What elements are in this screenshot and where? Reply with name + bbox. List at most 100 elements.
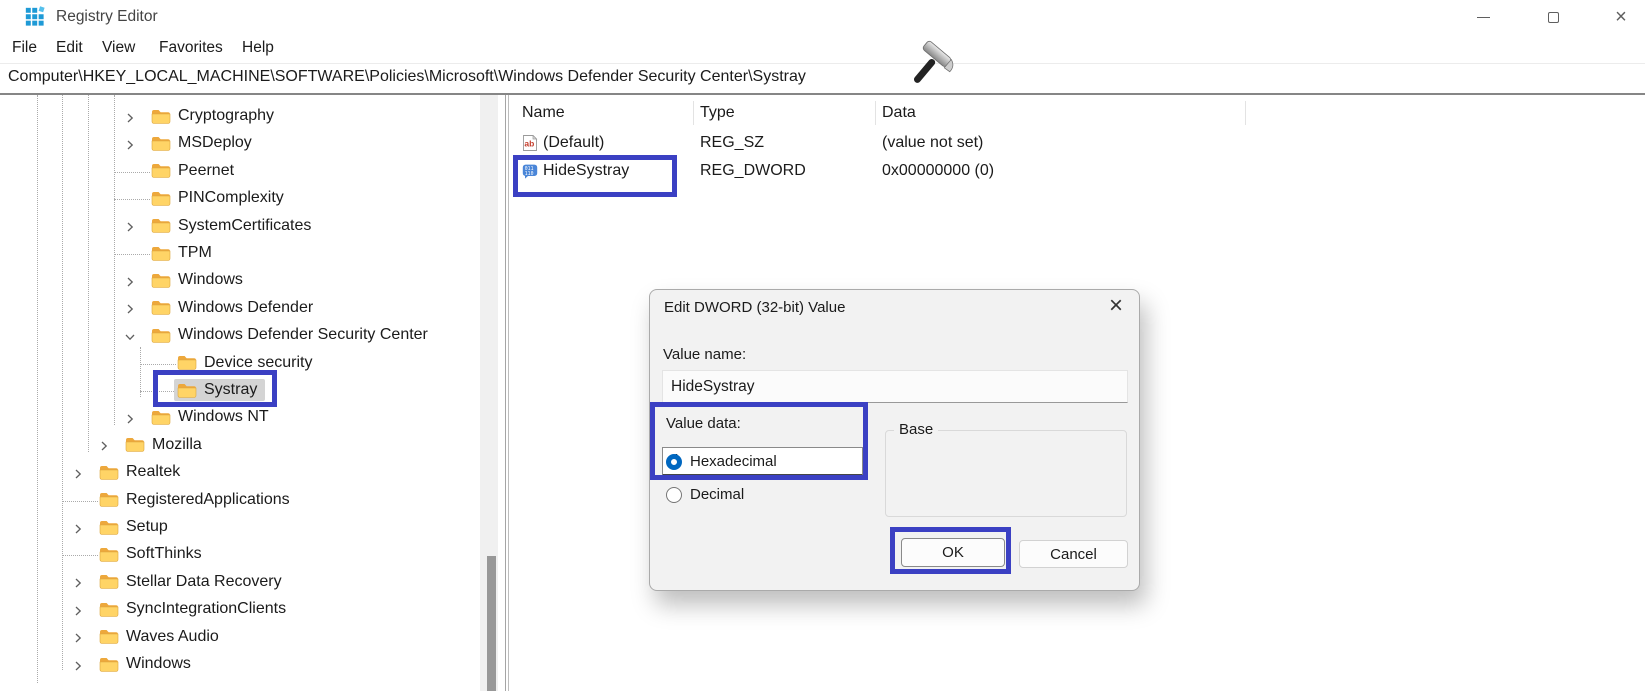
tree-item[interactable]: Setup xyxy=(0,515,505,542)
column-header-name[interactable]: Name xyxy=(522,104,565,122)
tree-item[interactable]: PINComplexity xyxy=(0,186,505,213)
folder-icon xyxy=(151,163,171,178)
folder-icon xyxy=(151,109,171,124)
chevron-right-icon[interactable] xyxy=(123,111,136,124)
radio-unselected-icon xyxy=(666,487,682,503)
tree-item[interactable]: SyncIntegrationClients xyxy=(0,597,505,624)
tree-item[interactable]: Windows Defender xyxy=(0,296,505,323)
chevron-right-icon[interactable] xyxy=(71,522,84,535)
chevron-right-icon[interactable] xyxy=(71,632,84,645)
chevron-right-icon[interactable] xyxy=(71,604,84,617)
folder-icon xyxy=(151,246,171,261)
close-button[interactable]: × xyxy=(1598,0,1644,34)
folder-icon xyxy=(99,629,119,644)
value-type: REG_DWORD xyxy=(700,162,806,180)
window-title: Registry Editor xyxy=(56,8,158,26)
maximize-icon xyxy=(1548,12,1559,23)
string-value-icon: ab xyxy=(522,135,538,151)
chevron-right-icon[interactable] xyxy=(123,412,136,425)
column-separator[interactable] xyxy=(875,101,876,125)
tree-scrollbar-thumb[interactable] xyxy=(487,556,496,691)
tree-item-label: Windows xyxy=(126,655,191,673)
tree-item[interactable]: TPM xyxy=(0,241,505,268)
column-header-type[interactable]: Type xyxy=(700,104,735,122)
chevron-right-icon[interactable] xyxy=(71,467,84,480)
radio-decimal-label: Decimal xyxy=(690,486,744,503)
tree-item-label: Peernet xyxy=(178,162,234,180)
tree-item[interactable]: Stellar Data Recovery xyxy=(0,570,505,597)
chevron-right-icon[interactable] xyxy=(71,577,84,590)
tree-item-label: Cryptography xyxy=(178,107,274,125)
folder-icon xyxy=(151,410,171,425)
menu-help[interactable]: Help xyxy=(242,39,274,57)
pane-splitter-highlight xyxy=(508,95,509,691)
tree-item[interactable]: RegisteredApplications xyxy=(0,488,505,515)
value-data: 0x00000000 (0) xyxy=(882,162,994,180)
radio-decimal[interactable]: Decimal xyxy=(666,486,744,503)
menu-view[interactable]: View xyxy=(102,39,135,57)
tree-item-label: TPM xyxy=(178,244,212,262)
tree-item[interactable]: Mozilla xyxy=(0,433,505,460)
chevron-right-icon[interactable] xyxy=(97,440,110,453)
svg-text:110: 110 xyxy=(525,171,534,177)
folder-icon xyxy=(99,547,119,562)
folder-icon xyxy=(99,602,119,617)
radio-selected-icon xyxy=(666,454,682,470)
menu-favorites[interactable]: Favorites xyxy=(159,39,223,57)
tree-item[interactable]: Cryptography xyxy=(0,104,505,131)
column-separator[interactable] xyxy=(693,101,694,125)
dialog-close-icon[interactable]: × xyxy=(1109,294,1123,318)
value-data-label: Value data: xyxy=(666,415,741,432)
tree-item[interactable]: Systray xyxy=(0,378,505,405)
tree-item[interactable]: Windows xyxy=(0,268,505,295)
pane-splitter[interactable] xyxy=(505,95,506,691)
folder-icon xyxy=(99,657,119,672)
ok-button[interactable]: OK xyxy=(901,538,1005,567)
menu-edit[interactable]: Edit xyxy=(56,39,83,57)
dialog-title: Edit DWORD (32-bit) Value xyxy=(664,299,845,316)
folder-icon xyxy=(151,136,171,151)
tree-item[interactable]: SystemCertificates xyxy=(0,214,505,241)
minimize-button[interactable] xyxy=(1460,0,1506,34)
tree-scrollbar[interactable] xyxy=(480,95,498,691)
tree-item[interactable]: Windows NT xyxy=(0,405,505,432)
menu-bar: File Edit View Favorites Help xyxy=(0,34,1645,64)
chevron-right-icon[interactable] xyxy=(123,275,136,288)
tree-item[interactable]: Device security xyxy=(0,351,505,378)
column-separator[interactable] xyxy=(1245,101,1246,125)
value-name-field[interactable]: HideSystray xyxy=(662,370,1128,403)
tree-item[interactable]: Windows xyxy=(0,652,505,679)
maximize-button[interactable] xyxy=(1530,0,1576,34)
chevron-right-icon[interactable] xyxy=(71,659,84,672)
tree-guide-connector xyxy=(140,391,176,392)
tree-item[interactable]: SoftThinks xyxy=(0,542,505,569)
address-bar[interactable]: Computer\HKEY_LOCAL_MACHINE\SOFTWARE\Pol… xyxy=(0,64,1645,93)
tree-item[interactable]: Realtek xyxy=(0,460,505,487)
tree-guide-connector xyxy=(114,254,150,255)
tree-item[interactable]: Windows Defender Security Center xyxy=(0,323,505,350)
value-type: REG_SZ xyxy=(700,134,764,152)
value-row[interactable]: ab(Default)REG_SZ(value not set) xyxy=(510,130,1645,158)
chevron-right-icon[interactable] xyxy=(123,221,136,234)
dword-value-icon: 011110 xyxy=(522,163,538,179)
column-header-data[interactable]: Data xyxy=(882,104,916,122)
svg-text:ab: ab xyxy=(524,139,534,149)
menu-file[interactable]: File xyxy=(12,39,37,57)
tree-item[interactable]: Peernet xyxy=(0,159,505,186)
tree-item-label: SoftThinks xyxy=(126,545,202,563)
chevron-right-icon[interactable] xyxy=(123,303,136,316)
chevron-down-icon[interactable] xyxy=(123,330,136,343)
chevron-right-icon[interactable] xyxy=(123,138,136,151)
tree-pane: Cryptography MSDeploy Peernet PINComplexity… xyxy=(0,95,505,691)
tree-item[interactable]: Waves Audio xyxy=(0,625,505,652)
tree-item-label: MSDeploy xyxy=(178,134,252,152)
folder-icon xyxy=(151,300,171,315)
tree-item-label: Realtek xyxy=(126,463,180,481)
tree-item[interactable]: MSDeploy xyxy=(0,131,505,158)
radio-hexadecimal[interactable]: Hexadecimal xyxy=(666,453,777,470)
tree-item-label: Windows Defender xyxy=(178,299,313,317)
folder-icon xyxy=(99,574,119,589)
value-name-label: Value name: xyxy=(663,346,746,363)
value-row[interactable]: 011110HideSystrayREG_DWORD0x00000000 (0) xyxy=(510,158,1645,186)
cancel-button[interactable]: Cancel xyxy=(1019,540,1128,568)
